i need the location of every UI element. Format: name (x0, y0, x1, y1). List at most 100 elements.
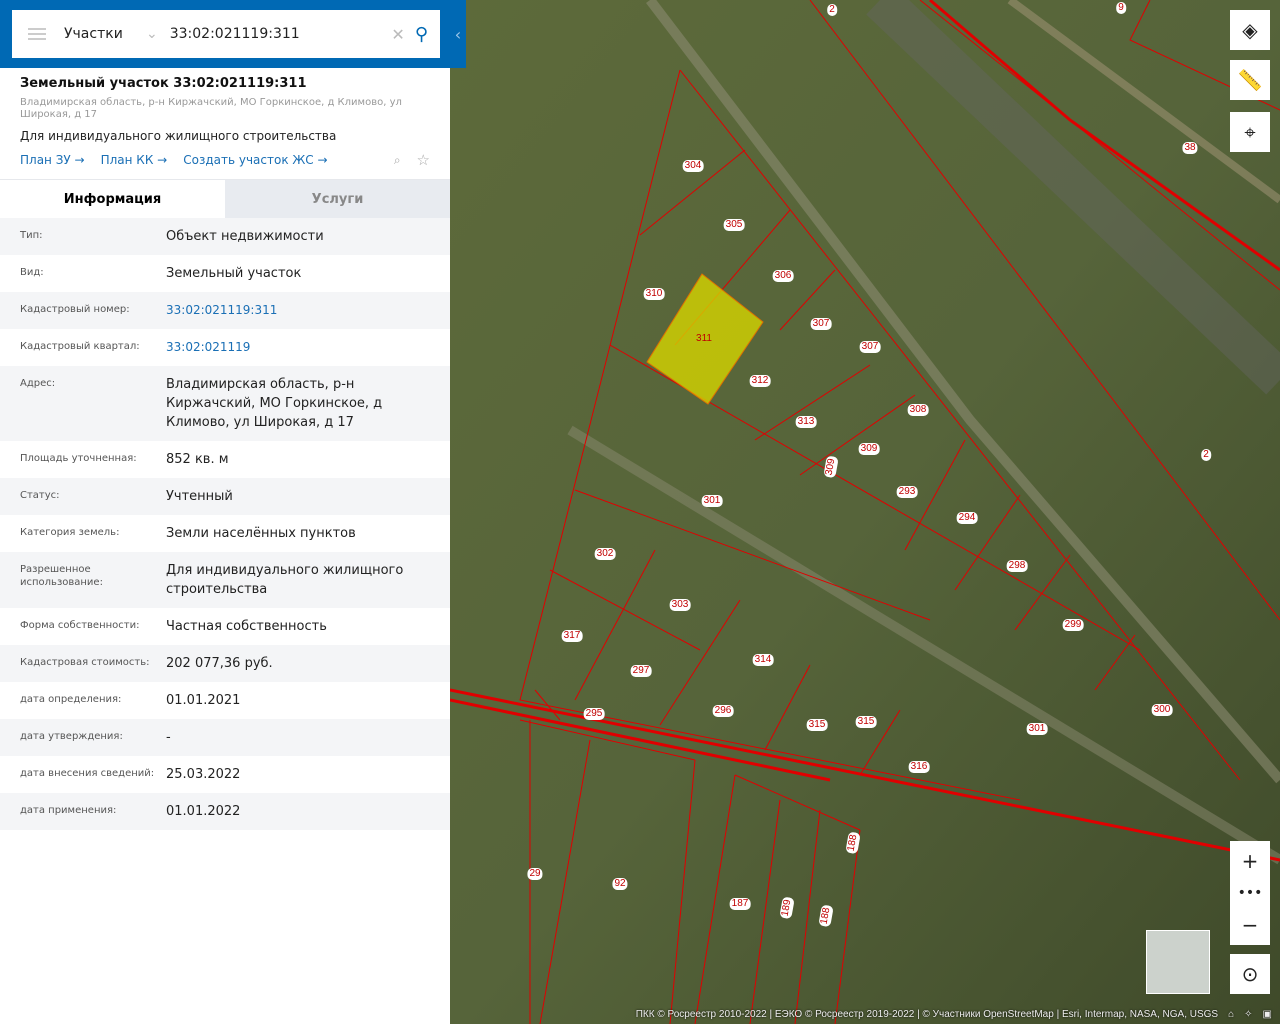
info-label: Адрес: (20, 378, 56, 389)
parcel-label[interactable]: 317 (561, 630, 583, 642)
parcel-label[interactable]: 297 (630, 665, 652, 677)
parcel-label[interactable]: 310 (643, 288, 665, 300)
category-select[interactable]: Участки (64, 26, 146, 42)
info-label: дата внесения сведений: (20, 768, 155, 779)
parcel-label[interactable]: 2 (1201, 449, 1211, 461)
info-row: Статус: Учтенный (0, 478, 450, 515)
ruler-button[interactable]: 📏 (1230, 60, 1270, 100)
parcel-label[interactable]: 307 (859, 341, 881, 353)
info-value: 852 кв. м (166, 452, 229, 467)
info-value: Объект недвижимости (166, 229, 324, 244)
zoom-in-button[interactable]: + (1230, 841, 1270, 881)
parcel-label[interactable]: 300 (1151, 704, 1173, 716)
parcel-label[interactable]: 187 (729, 898, 751, 910)
parcel-purpose: Для индивидуального жилищного строительс… (20, 129, 337, 143)
zoom-to-icon[interactable]: ⌕ (394, 153, 401, 168)
info-label: Кадастровый номер: (20, 304, 130, 315)
parcel-label[interactable]: 315 (806, 719, 828, 731)
parcel-label[interactable]: 315 (855, 716, 877, 728)
info-value: Земельный участок (166, 266, 302, 281)
layers-button[interactable]: ◈ (1230, 10, 1270, 50)
layers-icon: ◈ (1242, 18, 1258, 42)
info-label: дата определения: (20, 694, 122, 705)
info-panel: Участки ⌄ 33:02:021119:311 ✕ ⚲ ‹ Земельн… (0, 0, 466, 1024)
compass-button[interactable]: ⊙ (1230, 954, 1270, 994)
compass-icon: ⊙ (1241, 962, 1259, 986)
collapse-panel-button[interactable]: ‹ (450, 0, 466, 68)
parcel-label[interactable]: 293 (896, 486, 918, 498)
parcel-label[interactable]: 305 (723, 219, 745, 231)
parcel-label[interactable]: 313 (795, 416, 817, 428)
tab-info[interactable]: Информация (0, 180, 225, 218)
info-value: 25.03.2022 (166, 767, 241, 782)
info-row: дата внесения сведений: 25.03.2022 (0, 756, 450, 793)
parcel-label[interactable]: 303 (669, 599, 691, 611)
info-value[interactable]: 33:02:021119:311 (166, 292, 430, 329)
locate-icon[interactable]: ✧ (1244, 1009, 1252, 1020)
info-label: Форма собственности: (20, 620, 140, 631)
info-label: дата утверждения: (20, 731, 123, 742)
info-row: Кадастровый квартал: 33:02:021119 (0, 329, 450, 366)
info-row: Кадастровый номер: 33:02:021119:311 (0, 292, 450, 329)
parcel-label[interactable]: 302 (594, 548, 616, 560)
parcel-label[interactable]: 301 (701, 495, 723, 507)
clear-icon[interactable]: ✕ (391, 25, 404, 44)
info-value: Частная собственность (166, 619, 327, 634)
info-label: Статус: (20, 490, 60, 501)
parcel-label[interactable]: 2 (827, 4, 837, 16)
parcel-label[interactable]: 298 (1006, 560, 1028, 572)
parcel-label[interactable]: 38 (1182, 142, 1198, 154)
parcel-label[interactable]: 294 (956, 512, 978, 524)
parcel-label[interactable]: 301 (1026, 723, 1048, 735)
info-label: Тип: (20, 230, 43, 241)
info-row: Адрес: Владимирская область, р-н Киржачск… (0, 366, 450, 441)
info-value[interactable]: 33:02:021119 (166, 329, 430, 366)
minimap[interactable] (1146, 930, 1210, 994)
info-value: Для индивидуального жилищного строительс… (166, 563, 404, 597)
parcel-label[interactable]: 296 (712, 705, 734, 717)
parcel-label[interactable]: 308 (907, 404, 929, 416)
parcel-label[interactable]: 307 (810, 318, 832, 330)
attribution: ПКК © Росреестр 2010-2022 | ЕЭКО © Росре… (635, 1009, 1272, 1020)
menu-icon[interactable] (28, 28, 46, 40)
star-icon[interactable]: ☆ (417, 151, 430, 169)
more-button[interactable]: ••• (1230, 881, 1270, 905)
info-label: Разрешенное использование: (20, 564, 103, 588)
search-box: Участки ⌄ 33:02:021119:311 ✕ ⚲ (12, 10, 440, 58)
plan-kk-link[interactable]: План КК → (101, 153, 168, 167)
parcel-label[interactable]: 314 (752, 654, 774, 666)
tab-services[interactable]: Услуги (225, 180, 450, 218)
parcel-label[interactable]: 306 (772, 270, 794, 282)
parcel-label[interactable]: 304 (682, 160, 704, 172)
locate-button[interactable]: ⌖ (1230, 112, 1270, 152)
info-row: Разрешенное использование: Для индивидуал… (0, 552, 450, 608)
create-parcel-link[interactable]: Создать участок ЖС → (183, 153, 327, 167)
chevron-down-icon[interactable]: ⌄ (146, 26, 158, 42)
ruler-icon: 📏 (1237, 68, 1263, 92)
parcel-label[interactable]: 295 (583, 708, 605, 720)
parcel-label[interactable]: 312 (749, 375, 771, 387)
info-value: Владимирская область, р-н Киржачский, МО… (166, 377, 383, 430)
parcel-label[interactable]: 9 (1116, 2, 1126, 14)
parcel-label[interactable]: 299 (1062, 619, 1084, 631)
plan-zu-link[interactable]: План ЗУ → (20, 153, 85, 167)
search-icon[interactable]: ⚲ (415, 24, 428, 45)
home-icon[interactable]: ⌂ (1228, 1009, 1234, 1020)
parcel-label[interactable]: 316 (908, 761, 930, 773)
info-row: Площадь уточненная: 852 кв. м (0, 441, 450, 478)
parcel-label[interactable]: 309 (858, 443, 880, 455)
info-label: Категория земель: (20, 527, 120, 538)
map-view[interactable]: 2 9 38 304 305 306 310 311 307 307 312 308 313 309 309… (450, 0, 1280, 1024)
search-input[interactable]: 33:02:021119:311 (170, 26, 392, 42)
parcel-label[interactable]: 92 (612, 878, 628, 890)
info-table: Тип: Объект недвижимости Вид: Земельный уча… (0, 218, 450, 830)
minus-icon: − (1241, 913, 1259, 937)
top-bar: Участки ⌄ 33:02:021119:311 ✕ ⚲ ‹ (0, 0, 466, 68)
fullscreen-icon[interactable]: ▣ (1263, 1009, 1272, 1020)
parcel-title: Земельный участок 33:02:021119:311 (20, 76, 307, 91)
info-row: дата утверждения: - (0, 719, 450, 756)
zoom-out-button[interactable]: − (1230, 905, 1270, 945)
parcel-label[interactable]: 311 (694, 333, 714, 345)
crosshair-icon: ⌖ (1244, 120, 1256, 144)
parcel-label[interactable]: 29 (527, 868, 543, 880)
